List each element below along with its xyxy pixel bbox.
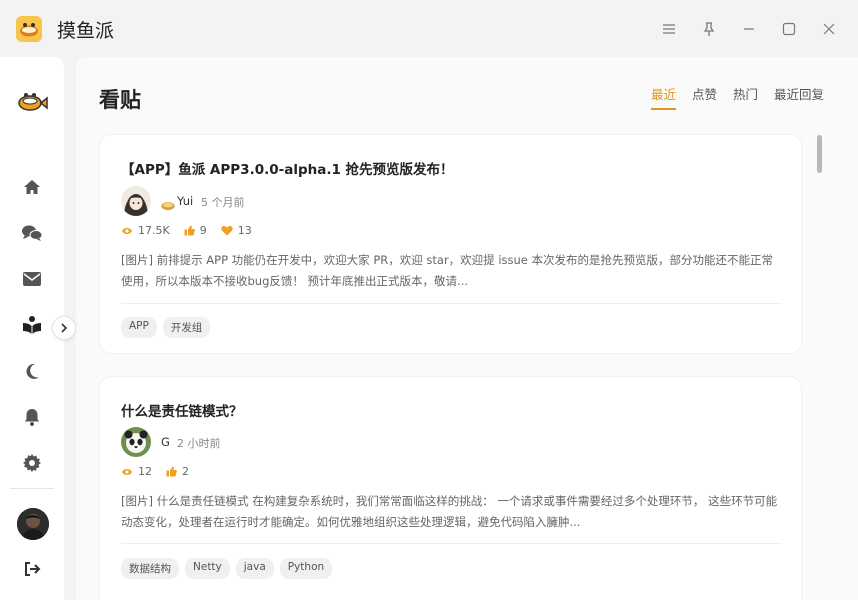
app-title: 摸鱼派 bbox=[57, 20, 115, 42]
author-name[interactable]: G bbox=[161, 435, 170, 449]
pin-icon[interactable] bbox=[698, 18, 720, 40]
hearts-count: 13 bbox=[237, 224, 252, 237]
book-reader-icon[interactable] bbox=[20, 313, 44, 337]
tag[interactable]: 数据结构 bbox=[121, 558, 179, 579]
post-card[interactable]: 什么是责任链模式？ G 2 小时前 12 2 [图片] 什么是责任链模式 在构建… bbox=[99, 376, 802, 600]
author-avatar[interactable] bbox=[121, 427, 151, 457]
bread-badge-icon bbox=[161, 196, 175, 210]
likes-stat[interactable]: 9 bbox=[184, 224, 207, 237]
post-stats: 17.5K 9 13 bbox=[121, 224, 266, 237]
app-logo-icon bbox=[16, 16, 42, 42]
close-button[interactable] bbox=[818, 18, 840, 40]
views-stat: 17.5K bbox=[121, 224, 170, 237]
tag[interactable]: Python bbox=[279, 558, 333, 579]
post-card[interactable]: 【APP】鱼派 APP3.0.0-alpha.1 抢先预览版发布！ Yui 5 … bbox=[99, 134, 802, 354]
home-icon[interactable] bbox=[20, 175, 44, 199]
post-excerpt[interactable]: [图片] 什么是责任链模式 在构建复杂系统时，我们常常面临这样的挑战： 一个请求… bbox=[121, 491, 781, 533]
user-avatar[interactable] bbox=[17, 508, 49, 540]
tab-hot[interactable]: 热门 bbox=[733, 84, 758, 110]
tag[interactable]: APP bbox=[121, 317, 157, 338]
author-name[interactable]: Yui bbox=[177, 194, 193, 208]
tab-recent-reply[interactable]: 最近回复 bbox=[774, 84, 824, 110]
thumbs-up-icon bbox=[184, 225, 195, 236]
post-excerpt[interactable]: [图片] 前排提示 APP 功能仍在开发中，欢迎大家 PR，欢迎 star，欢迎… bbox=[121, 250, 781, 292]
page-title: 看贴 bbox=[99, 88, 141, 112]
maximize-button[interactable] bbox=[778, 18, 800, 40]
logout-icon[interactable] bbox=[20, 557, 44, 581]
tag-list: APP 开发组 bbox=[121, 317, 216, 338]
author-avatar[interactable] bbox=[121, 186, 151, 216]
scrollbar-thumb[interactable] bbox=[817, 135, 822, 173]
menu-icon[interactable] bbox=[658, 18, 680, 40]
post-title[interactable]: 【APP】鱼派 APP3.0.0-alpha.1 抢先预览版发布！ bbox=[121, 158, 454, 178]
fish-logo-icon bbox=[16, 87, 48, 115]
tag[interactable]: 开发组 bbox=[162, 317, 211, 338]
post-time: 5 个月前 bbox=[201, 196, 245, 209]
likes-count: 9 bbox=[199, 224, 207, 237]
tag-list: 数据结构 Netty java Python bbox=[121, 558, 338, 579]
main-panel: 看贴 最近 点赞 热门 最近回复 【APP】鱼派 APP3.0.0-alpha.… bbox=[76, 57, 858, 600]
sidebar-divider bbox=[10, 488, 54, 489]
likes-count: 2 bbox=[182, 465, 189, 478]
eye-icon bbox=[122, 468, 132, 475]
thumbs-up-icon bbox=[166, 466, 177, 477]
post-stats: 12 2 bbox=[121, 465, 203, 478]
sidebar-expand-button[interactable] bbox=[52, 316, 76, 340]
tab-bar: 最近 点赞 热门 最近回复 bbox=[635, 84, 824, 110]
chevron-right-icon bbox=[61, 323, 68, 333]
tag[interactable]: Netty bbox=[185, 558, 230, 579]
tab-recent[interactable]: 最近 bbox=[650, 84, 676, 110]
bell-icon[interactable] bbox=[20, 405, 44, 429]
card-divider bbox=[121, 543, 782, 544]
title-bar: 摸鱼派 bbox=[0, 0, 858, 57]
heart-icon bbox=[221, 226, 233, 236]
moon-icon[interactable] bbox=[20, 359, 44, 383]
chat-icon[interactable] bbox=[20, 221, 44, 245]
mail-icon[interactable] bbox=[20, 267, 44, 291]
minimize-button[interactable] bbox=[738, 18, 760, 40]
tab-liked[interactable]: 点赞 bbox=[692, 84, 717, 110]
hearts-stat[interactable]: 13 bbox=[221, 224, 252, 237]
tag[interactable]: java bbox=[235, 558, 274, 579]
post-title[interactable]: 什么是责任链模式？ bbox=[121, 400, 243, 420]
card-divider bbox=[121, 303, 782, 304]
views-count: 12 bbox=[138, 465, 152, 478]
views-count: 17.5K bbox=[138, 224, 170, 237]
gear-icon[interactable] bbox=[20, 451, 44, 475]
post-time: 2 小时前 bbox=[177, 437, 221, 450]
likes-stat[interactable]: 2 bbox=[166, 465, 189, 478]
eye-icon bbox=[122, 227, 132, 234]
views-stat: 12 bbox=[121, 465, 152, 478]
